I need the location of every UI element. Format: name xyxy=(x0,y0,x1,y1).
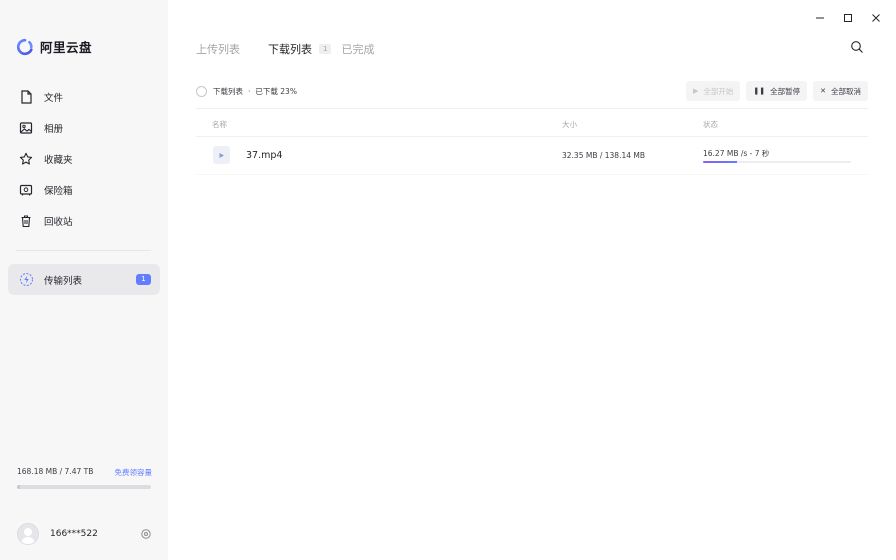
tab-label: 上传列表 xyxy=(196,43,240,56)
file-icon xyxy=(18,89,34,105)
separator: · xyxy=(248,86,251,96)
app-name: 阿里云盘 xyxy=(40,40,93,55)
select-all-checkbox[interactable] xyxy=(196,85,207,97)
minimize-icon[interactable] xyxy=(814,12,826,24)
trash-icon xyxy=(18,213,34,229)
download-progress-bar xyxy=(703,161,851,163)
logo-icon xyxy=(16,38,33,55)
download-progress-fill xyxy=(703,161,738,163)
file-status: 16.27 MB /s - 7 秒 xyxy=(703,149,770,158)
column-header-name: 名称 xyxy=(212,120,227,129)
main-panel: 上传列表 下载列表 1 已完成 下载列表 · 已下载 23% ▶ 全部开始 ❚❚… xyxy=(168,0,896,560)
table-row[interactable]: 37.mp4 32.35 MB / 138.14 MB 16.27 MB /s … xyxy=(196,137,868,175)
file-name: 37.mp4 xyxy=(246,150,283,161)
window-controls xyxy=(814,12,882,24)
pause-icon: ❚❚ xyxy=(753,87,766,95)
sidebar-item-files[interactable]: 文件 xyxy=(8,81,160,112)
pause-all-label: 全部暂停 xyxy=(770,86,801,96)
settings-icon[interactable] xyxy=(140,528,152,540)
tab-label: 已完成 xyxy=(341,43,375,56)
app-window: 阿里云盘 文件 相册 收藏夹 保险箱 回收站 传输列表 1 168.18 MB … xyxy=(0,0,896,560)
tab-download[interactable]: 下载列表 1 xyxy=(268,41,332,57)
sidebar-item-label: 收藏夹 xyxy=(44,154,73,166)
bulk-actions: ▶ 全部开始 ❚❚ 全部暂停 ✕ 全部取消 xyxy=(686,81,868,101)
storage-used-text: 168.18 MB / 7.47 TB xyxy=(17,467,94,476)
sidebar-item-label: 文件 xyxy=(44,92,64,104)
start-all-button[interactable]: ▶ 全部开始 xyxy=(686,81,741,101)
pause-all-button[interactable]: ❚❚ 全部暂停 xyxy=(746,81,808,101)
tab-count-badge: 1 xyxy=(319,44,332,54)
transfer-icon xyxy=(18,272,34,288)
storage-bar-fill xyxy=(17,485,20,489)
sidebar-item-label: 相册 xyxy=(44,123,64,135)
sidebar-item-photos[interactable]: 相册 xyxy=(8,112,160,143)
app-logo: 阿里云盘 xyxy=(16,37,92,56)
cancel-all-button[interactable]: ✕ 全部取消 xyxy=(813,81,868,101)
sidebar-item-label: 保险箱 xyxy=(44,185,73,197)
sidebar-item-transfer[interactable]: 传输列表 1 xyxy=(8,264,160,295)
file-size: 32.35 MB / 138.14 MB xyxy=(562,151,646,160)
tab-upload[interactable]: 上传列表 xyxy=(196,41,240,57)
sidebar-item-label: 回收站 xyxy=(44,216,73,228)
user-name: 166***522 xyxy=(50,529,98,539)
safe-icon xyxy=(18,182,34,198)
close-icon[interactable] xyxy=(870,12,882,24)
column-header-status: 状态 xyxy=(703,120,718,129)
maximize-icon[interactable] xyxy=(842,12,854,24)
close-icon: ✕ xyxy=(820,87,826,95)
free-capacity-link[interactable]: 免费领容量 xyxy=(115,467,153,478)
storage-info: 168.18 MB / 7.47 TB 免费领容量 xyxy=(17,467,152,489)
sidebar: 阿里云盘 文件 相册 收藏夹 保险箱 回收站 传输列表 1 168.18 MB … xyxy=(0,0,168,560)
video-file-icon xyxy=(213,146,230,164)
user-panel: 166***522 xyxy=(17,523,152,545)
sidebar-item-favorites[interactable]: 收藏夹 xyxy=(8,143,160,174)
download-toolbar: 下载列表 · 已下载 23% ▶ 全部开始 ❚❚ 全部暂停 ✕ 全部取消 xyxy=(196,81,868,101)
sidebar-item-safe[interactable]: 保险箱 xyxy=(8,174,160,205)
search-icon[interactable] xyxy=(850,40,864,54)
storage-bar xyxy=(17,485,151,489)
sidebar-item-label: 传输列表 xyxy=(44,275,83,287)
star-icon xyxy=(18,151,34,167)
transfer-count-badge: 1 xyxy=(136,274,151,285)
sidebar-item-trash[interactable]: 回收站 xyxy=(8,205,160,236)
table-header: 名称 大小 状态 xyxy=(196,108,868,137)
cancel-all-label: 全部取消 xyxy=(831,86,861,96)
photo-icon xyxy=(18,120,34,136)
tab-completed[interactable]: 已完成 xyxy=(341,41,374,57)
avatar[interactable] xyxy=(17,523,39,545)
transfer-tabs: 上传列表 下载列表 1 已完成 xyxy=(196,41,402,57)
start-all-label: 全部开始 xyxy=(703,86,734,96)
overall-progress-text: 已下载 23% xyxy=(255,86,297,96)
tab-label: 下载列表 xyxy=(268,43,312,56)
play-icon: ▶ xyxy=(693,87,699,95)
sidebar-divider xyxy=(16,250,151,251)
column-header-size: 大小 xyxy=(562,120,577,129)
sidebar-nav: 文件 相册 收藏夹 保险箱 回收站 xyxy=(8,81,160,236)
list-label: 下载列表 xyxy=(213,86,243,96)
